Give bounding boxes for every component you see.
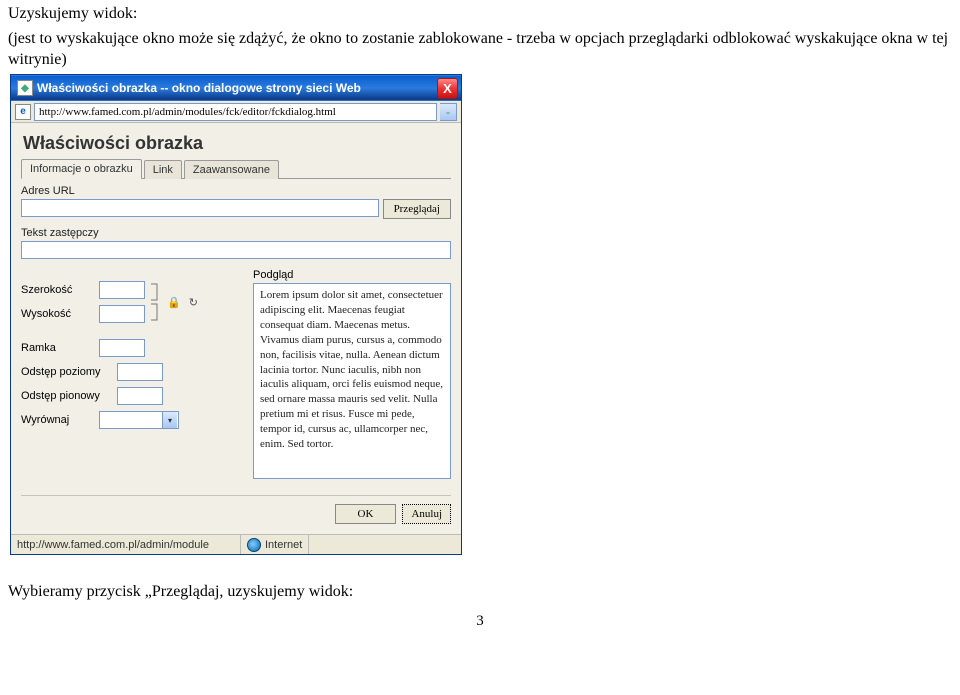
status-url: http://www.famed.com.pl/admin/module <box>11 535 241 554</box>
address-input[interactable]: http://www.famed.com.pl/admin/modules/fc… <box>34 103 437 121</box>
chevron-down-icon: ▾ <box>162 412 177 428</box>
tab-advanced[interactable]: Zaawansowane <box>184 160 279 179</box>
border-input[interactable] <box>99 339 145 357</box>
label-url: Adres URL <box>21 185 451 197</box>
doc-bottom-text: Wybieramy przycisk „Przeglądaj, uzyskuje… <box>8 583 952 601</box>
titlebar[interactable]: ◆ Właściwości obrazka -- okno dialogowe … <box>11 75 461 101</box>
label-border: Ramka <box>21 342 93 354</box>
cancel-button[interactable]: Anuluj <box>402 504 451 524</box>
left-column: Szerokość Wysokość 🔒 ↻ <box>21 269 239 479</box>
status-zone: Internet <box>265 539 302 551</box>
height-input[interactable] <box>99 305 145 323</box>
preview-box: Lorem ipsum dolor sit amet, consectetuer… <box>253 283 451 479</box>
label-vspace: Odstęp pionowy <box>21 390 111 402</box>
doc-note: (jest to wyskakujące okno może się zdąży… <box>8 29 952 71</box>
window-icon: ◆ <box>17 80 33 96</box>
alt-input[interactable] <box>21 241 451 259</box>
close-button[interactable]: X <box>437 78 458 99</box>
vspace-input[interactable] <box>117 387 163 405</box>
label-height: Wysokość <box>21 308 93 320</box>
status-zone-cell: Internet <box>241 535 309 554</box>
address-bar: e http://www.famed.com.pl/admin/modules/… <box>11 101 461 123</box>
width-input[interactable] <box>99 281 145 299</box>
tab-link[interactable]: Link <box>144 160 182 179</box>
page-number: 3 <box>8 613 952 630</box>
label-width: Szerokość <box>21 284 93 296</box>
label-preview: Podgląd <box>253 269 451 281</box>
address-dropdown-button[interactable]: ⌄ <box>440 103 457 121</box>
hspace-input[interactable] <box>117 363 163 381</box>
browse-button[interactable]: Przeglądaj <box>383 199 451 219</box>
doc-heading: Uzyskujemy widok: <box>8 4 952 25</box>
dialog-buttons: OK Anuluj <box>21 495 451 524</box>
right-column: Podgląd Lorem ipsum dolor sit amet, cons… <box>253 269 451 479</box>
image-properties-window: ◆ Właściwości obrazka -- okno dialogowe … <box>10 74 462 555</box>
label-align: Wyrównaj <box>21 414 93 426</box>
tab-strip: Informacje o obrazku Link Zaawansowane <box>21 158 451 179</box>
reset-size-icon[interactable]: ↻ <box>187 296 200 309</box>
ok-button[interactable]: OK <box>335 504 397 524</box>
window-title: Właściwości obrazka -- okno dialogowe st… <box>37 81 361 95</box>
bracket-icon <box>149 282 161 322</box>
label-alt: Tekst zastępczy <box>21 227 451 239</box>
status-bar: http://www.famed.com.pl/admin/module Int… <box>11 534 461 554</box>
dialog-heading: Właściwości obrazka <box>23 133 451 154</box>
align-select[interactable]: ▾ <box>99 411 179 429</box>
label-hspace: Odstęp poziomy <box>21 366 111 378</box>
tab-info[interactable]: Informacje o obrazku <box>21 159 142 179</box>
url-input[interactable] <box>21 199 379 217</box>
lock-ratio-icon[interactable]: 🔒 <box>165 296 183 309</box>
globe-icon <box>247 538 261 552</box>
ie-icon: e <box>15 104 31 120</box>
dialog-body: Właściwości obrazka Informacje o obrazku… <box>11 123 461 534</box>
